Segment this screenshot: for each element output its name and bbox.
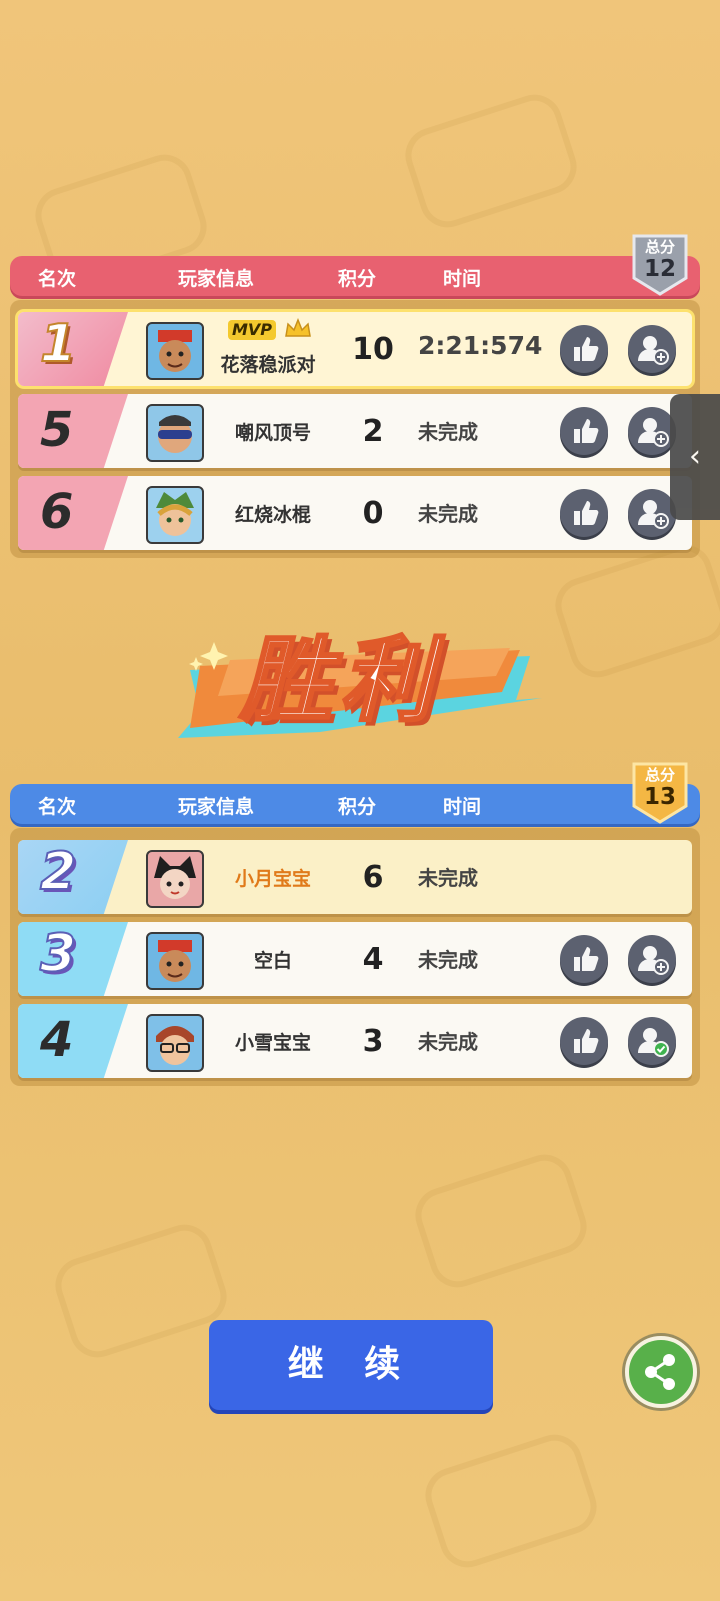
player-name: 小雪宝宝: [234, 1032, 311, 1054]
header-score: 积分: [338, 796, 377, 818]
rank-number: 1: [39, 313, 77, 375]
avatar[interactable]: [146, 404, 204, 462]
friend-added-icon: [638, 1028, 669, 1057]
total-value: 13: [643, 784, 676, 810]
header-time: 时间: [443, 796, 482, 818]
total-score-badge: 总分 12: [630, 234, 690, 296]
background-pattern: [418, 1427, 604, 1575]
rank-cell: 4: [18, 1004, 128, 1078]
avatar[interactable]: [146, 932, 204, 990]
player-row: 3 空白 4 未完成: [18, 922, 692, 996]
player-time: 未完成: [418, 502, 478, 526]
rank-cell: 6: [18, 476, 128, 550]
rank-cell: 1: [18, 312, 128, 386]
add-friend-button[interactable]: [628, 325, 676, 373]
rank-number: 5: [40, 402, 74, 458]
header-time: 时间: [443, 268, 482, 290]
thumbs-up-icon: [574, 501, 599, 525]
player-score: 6: [362, 860, 384, 895]
victory-banner: 胜利: [170, 600, 550, 750]
player-score: 10: [352, 332, 394, 367]
thumbs-up-icon: [574, 947, 599, 971]
like-button[interactable]: [560, 489, 608, 537]
rank-cell: 3: [18, 922, 128, 996]
player-name: 空白: [253, 950, 292, 972]
add-friend-button[interactable]: [628, 489, 676, 537]
player-list: 1 MVP 花落稳派对 10 2:21:574 5 嘲风顶号 2 未完成 6 红…: [10, 300, 700, 558]
side-panel-toggle[interactable]: ‹: [670, 394, 720, 520]
rank-cell: 5: [18, 394, 128, 468]
player-time: 2:21:574: [418, 331, 543, 360]
add-friend-icon: [638, 500, 669, 529]
blue-team-scoreboard: 名次 玩家信息 积分 时间 总分 13 2 小月宝宝 6 未完成 3 空白 4 …: [10, 762, 700, 1086]
like-button[interactable]: [560, 325, 608, 373]
chevron-left-icon: ‹: [689, 439, 701, 474]
background-pattern: [48, 1217, 234, 1365]
header-player: 玩家信息: [178, 268, 255, 290]
rank-number: 4: [40, 1012, 74, 1068]
total-score-badge: 总分 13: [630, 762, 690, 824]
mvp-badge: MVP: [228, 320, 277, 340]
like-button[interactable]: [560, 935, 608, 983]
friend-added-button[interactable]: [628, 1017, 676, 1065]
rank-number: 6: [40, 484, 74, 540]
player-score: 4: [362, 942, 384, 977]
rank-number: 2: [39, 841, 77, 903]
avatar[interactable]: [146, 1014, 204, 1072]
add-friend-button[interactable]: [628, 407, 676, 455]
rank-cell: 2: [18, 840, 128, 914]
thumbs-up-icon: [574, 1029, 599, 1053]
player-list: 2 小月宝宝 6 未完成 3 空白 4 未完成 4 小雪宝宝 3 未完成: [10, 828, 700, 1086]
player-name: 红烧冰棍: [234, 504, 311, 526]
total-label: 总分: [644, 238, 675, 256]
add-friend-icon: [638, 946, 669, 975]
total-value: 12: [643, 256, 676, 282]
add-friend-button[interactable]: [628, 935, 676, 983]
player-time: 未完成: [418, 1030, 478, 1054]
rank-number: 3: [39, 923, 77, 985]
player-name: 花落稳派对: [220, 354, 316, 376]
like-button[interactable]: [560, 1017, 608, 1065]
player-row: 6 红烧冰棍 0 未完成: [18, 476, 692, 550]
continue-button[interactable]: 继 续: [209, 1320, 493, 1410]
like-button[interactable]: [560, 407, 608, 455]
share-icon: [645, 1354, 675, 1390]
add-friend-icon: [638, 336, 669, 365]
player-score: 0: [362, 496, 384, 531]
player-time: 未完成: [418, 420, 478, 444]
header-rank: 名次: [38, 796, 77, 818]
avatar[interactable]: [146, 486, 204, 544]
player-name: 嘲风顶号: [234, 422, 311, 444]
player-time: 未完成: [418, 948, 478, 972]
header-rank: 名次: [38, 268, 77, 290]
share-button[interactable]: [625, 1336, 697, 1408]
crown-icon: [284, 317, 312, 344]
background-pattern: [548, 537, 720, 685]
total-label: 总分: [644, 766, 675, 784]
scoreboard-header: 名次 玩家信息 积分 时间 总分 13: [10, 762, 700, 824]
avatar[interactable]: [146, 322, 204, 380]
player-score: 3: [362, 1024, 384, 1059]
background-pattern: [408, 1147, 594, 1295]
thumbs-up-icon: [574, 419, 599, 443]
background-pattern: [398, 87, 584, 235]
add-friend-icon: [638, 418, 669, 447]
victory-text: 胜利: [238, 626, 441, 736]
avatar[interactable]: [146, 850, 204, 908]
player-row: 5 嘲风顶号 2 未完成: [18, 394, 692, 468]
player-name: 小月宝宝: [234, 868, 311, 890]
player-score: 2: [362, 414, 384, 449]
player-row-self: 2 小月宝宝 6 未完成: [18, 840, 692, 914]
player-time: 未完成: [418, 866, 478, 890]
red-team-scoreboard: 名次 玩家信息 积分 时间 总分 12 1 MVP 花落稳派对 10 2:21:…: [10, 234, 700, 558]
scoreboard-header: 名次 玩家信息 积分 时间 总分 12: [10, 234, 700, 296]
player-row: 1 MVP 花落稳派对 10 2:21:574: [18, 312, 692, 386]
player-row: 4 小雪宝宝 3 未完成: [18, 1004, 692, 1078]
thumbs-up-icon: [574, 337, 599, 361]
header-player: 玩家信息: [178, 796, 255, 818]
header-score: 积分: [338, 268, 377, 290]
